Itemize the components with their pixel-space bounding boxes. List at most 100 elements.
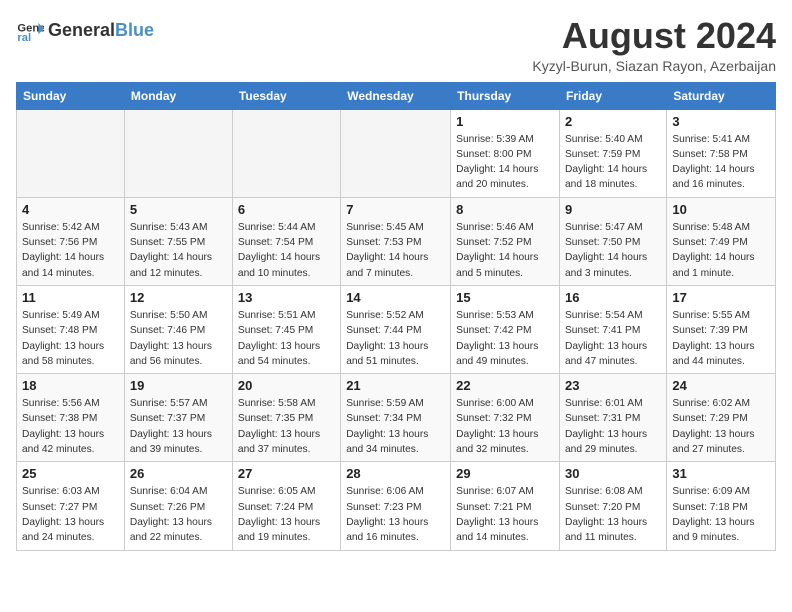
day-info: Sunrise: 5:50 AM Sunset: 7:46 PM Dayligh… xyxy=(130,308,227,369)
day-number: 11 xyxy=(22,290,119,305)
day-info: Sunrise: 5:41 AM Sunset: 7:58 PM Dayligh… xyxy=(672,132,770,193)
day-info: Sunrise: 6:08 AM Sunset: 7:20 PM Dayligh… xyxy=(565,484,661,545)
day-number: 1 xyxy=(456,114,554,129)
calendar-cell: 18Sunrise: 5:56 AM Sunset: 7:38 PM Dayli… xyxy=(17,374,125,462)
weekday-header-saturday: Saturday xyxy=(667,82,776,109)
day-number: 5 xyxy=(130,202,227,217)
day-number: 3 xyxy=(672,114,770,129)
day-number: 25 xyxy=(22,466,119,481)
day-info: Sunrise: 6:04 AM Sunset: 7:26 PM Dayligh… xyxy=(130,484,227,545)
day-number: 8 xyxy=(456,202,554,217)
logo-general: General xyxy=(48,20,115,41)
day-info: Sunrise: 5:40 AM Sunset: 7:59 PM Dayligh… xyxy=(565,132,661,193)
calendar-cell: 30Sunrise: 6:08 AM Sunset: 7:20 PM Dayli… xyxy=(560,462,667,550)
weekday-header-friday: Friday xyxy=(560,82,667,109)
day-number: 6 xyxy=(238,202,335,217)
calendar-cell xyxy=(124,109,232,197)
day-info: Sunrise: 5:55 AM Sunset: 7:39 PM Dayligh… xyxy=(672,308,770,369)
day-info: Sunrise: 5:51 AM Sunset: 7:45 PM Dayligh… xyxy=(238,308,335,369)
calendar-cell xyxy=(341,109,451,197)
calendar-cell: 21Sunrise: 5:59 AM Sunset: 7:34 PM Dayli… xyxy=(341,374,451,462)
calendar-cell: 14 Sunrise: 5:52 AM Sunset: 7:44 PM Dayli… xyxy=(341,285,451,373)
calendar-cell: 29Sunrise: 6:07 AM Sunset: 7:21 PM Dayli… xyxy=(451,462,560,550)
calendar-cell: 23 Sunrise: 6:01 AM Sunset: 7:31 PM Dayli… xyxy=(560,374,667,462)
calendar-cell: 8Sunrise: 5:46 AM Sunset: 7:52 PM Daylig… xyxy=(451,197,560,285)
calendar-table: SundayMondayTuesdayWednesdayThursdayFrid… xyxy=(16,82,776,551)
calendar-cell: 15Sunrise: 5:53 AM Sunset: 7:42 PM Dayli… xyxy=(451,285,560,373)
title-area: August 2024 Kyzyl-Burun, Siazan Rayon, A… xyxy=(532,16,776,74)
day-number: 14 xyxy=(346,290,445,305)
day-number: 20 xyxy=(238,378,335,393)
weekday-header-tuesday: Tuesday xyxy=(232,82,340,109)
calendar-cell: 12 Sunrise: 5:50 AM Sunset: 7:46 PM Dayli… xyxy=(124,285,232,373)
day-number: 28 xyxy=(346,466,445,481)
calendar-cell: 27 Sunrise: 6:05 AM Sunset: 7:24 PM Dayli… xyxy=(232,462,340,550)
day-number: 10 xyxy=(672,202,770,217)
day-number: 29 xyxy=(456,466,554,481)
day-info: Sunrise: 5:42 AM Sunset: 7:56 PM Dayligh… xyxy=(22,220,119,281)
calendar-week-row: 11 Sunrise: 5:49 AM Sunset: 7:48 PM Dayli… xyxy=(17,285,776,373)
day-info: Sunrise: 5:44 AM Sunset: 7:54 PM Dayligh… xyxy=(238,220,335,281)
calendar-cell: 19 Sunrise: 5:57 AM Sunset: 7:37 PM Dayli… xyxy=(124,374,232,462)
day-info: Sunrise: 5:39 AM Sunset: 8:00 PM Dayligh… xyxy=(456,132,554,193)
day-info: Sunrise: 6:06 AM Sunset: 7:23 PM Dayligh… xyxy=(346,484,445,545)
weekday-header-monday: Monday xyxy=(124,82,232,109)
day-info: Sunrise: 6:03 AM Sunset: 7:27 PM Dayligh… xyxy=(22,484,119,545)
calendar-cell: 24Sunrise: 6:02 AM Sunset: 7:29 PM Dayli… xyxy=(667,374,776,462)
location: Kyzyl-Burun, Siazan Rayon, Azerbaijan xyxy=(532,58,776,74)
day-number: 27 xyxy=(238,466,335,481)
day-number: 4 xyxy=(22,202,119,217)
calendar-week-row: 4 Sunrise: 5:42 AM Sunset: 7:56 PM Daylig… xyxy=(17,197,776,285)
day-number: 23 xyxy=(565,378,661,393)
day-number: 16 xyxy=(565,290,661,305)
day-number: 9 xyxy=(565,202,661,217)
calendar-cell: 9Sunrise: 5:47 AM Sunset: 7:50 PM Daylig… xyxy=(560,197,667,285)
day-info: Sunrise: 5:49 AM Sunset: 7:48 PM Dayligh… xyxy=(22,308,119,369)
calendar-cell: 3 Sunrise: 5:41 AM Sunset: 7:58 PM Daylig… xyxy=(667,109,776,197)
day-number: 7 xyxy=(346,202,445,217)
calendar-cell: 17 Sunrise: 5:55 AM Sunset: 7:39 PM Dayli… xyxy=(667,285,776,373)
day-number: 17 xyxy=(672,290,770,305)
calendar-cell: 25 Sunrise: 6:03 AM Sunset: 7:27 PM Dayli… xyxy=(17,462,125,550)
calendar-cell: 13 Sunrise: 5:51 AM Sunset: 7:45 PM Dayli… xyxy=(232,285,340,373)
weekday-header-row: SundayMondayTuesdayWednesdayThursdayFrid… xyxy=(17,82,776,109)
calendar-cell: 10 Sunrise: 5:48 AM Sunset: 7:49 PM Dayli… xyxy=(667,197,776,285)
day-number: 13 xyxy=(238,290,335,305)
day-info: Sunrise: 5:48 AM Sunset: 7:49 PM Dayligh… xyxy=(672,220,770,281)
day-number: 31 xyxy=(672,466,770,481)
calendar-cell: 7 Sunrise: 5:45 AM Sunset: 7:53 PM Daylig… xyxy=(341,197,451,285)
weekday-header-thursday: Thursday xyxy=(451,82,560,109)
calendar-week-row: 25 Sunrise: 6:03 AM Sunset: 7:27 PM Dayli… xyxy=(17,462,776,550)
calendar-cell: 4 Sunrise: 5:42 AM Sunset: 7:56 PM Daylig… xyxy=(17,197,125,285)
day-info: Sunrise: 5:43 AM Sunset: 7:55 PM Dayligh… xyxy=(130,220,227,281)
calendar-cell: 16 Sunrise: 5:54 AM Sunset: 7:41 PM Dayli… xyxy=(560,285,667,373)
calendar-cell: 28 Sunrise: 6:06 AM Sunset: 7:23 PM Dayli… xyxy=(341,462,451,550)
calendar-week-row: 1 Sunrise: 5:39 AM Sunset: 8:00 PM Daylig… xyxy=(17,109,776,197)
day-info: Sunrise: 5:45 AM Sunset: 7:53 PM Dayligh… xyxy=(346,220,445,281)
logo: Gene ral GeneralBlue xyxy=(16,16,154,44)
day-info: Sunrise: 5:54 AM Sunset: 7:41 PM Dayligh… xyxy=(565,308,661,369)
calendar-cell: 31 Sunrise: 6:09 AM Sunset: 7:18 PM Dayli… xyxy=(667,462,776,550)
logo-icon: Gene ral xyxy=(16,16,44,44)
day-info: Sunrise: 5:52 AM Sunset: 7:44 PM Dayligh… xyxy=(346,308,445,369)
calendar-cell: 20 Sunrise: 5:58 AM Sunset: 7:35 PM Dayli… xyxy=(232,374,340,462)
day-info: Sunrise: 6:05 AM Sunset: 7:24 PM Dayligh… xyxy=(238,484,335,545)
weekday-header-sunday: Sunday xyxy=(17,82,125,109)
day-info: Sunrise: 6:00 AM Sunset: 7:32 PM Dayligh… xyxy=(456,396,554,457)
calendar-cell xyxy=(17,109,125,197)
calendar-cell: 6 Sunrise: 5:44 AM Sunset: 7:54 PM Daylig… xyxy=(232,197,340,285)
day-number: 19 xyxy=(130,378,227,393)
day-number: 26 xyxy=(130,466,227,481)
day-number: 22 xyxy=(456,378,554,393)
day-info: Sunrise: 5:58 AM Sunset: 7:35 PM Dayligh… xyxy=(238,396,335,457)
day-info: Sunrise: 6:09 AM Sunset: 7:18 PM Dayligh… xyxy=(672,484,770,545)
calendar-cell: 22 Sunrise: 6:00 AM Sunset: 7:32 PM Dayli… xyxy=(451,374,560,462)
month-year: August 2024 xyxy=(532,16,776,56)
day-number: 12 xyxy=(130,290,227,305)
day-number: 15 xyxy=(456,290,554,305)
calendar-cell: 11 Sunrise: 5:49 AM Sunset: 7:48 PM Dayli… xyxy=(17,285,125,373)
day-info: Sunrise: 5:57 AM Sunset: 7:37 PM Dayligh… xyxy=(130,396,227,457)
day-info: Sunrise: 5:56 AM Sunset: 7:38 PM Dayligh… xyxy=(22,396,119,457)
day-number: 2 xyxy=(565,114,661,129)
day-info: Sunrise: 6:01 AM Sunset: 7:31 PM Dayligh… xyxy=(565,396,661,457)
